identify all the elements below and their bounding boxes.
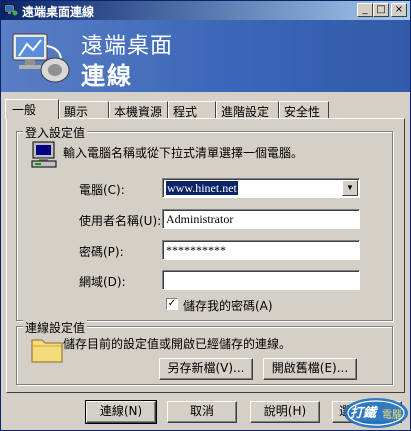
close-button[interactable]: × (391, 3, 407, 17)
save-as-button[interactable]: 另存新檔(V)... (159, 358, 253, 380)
help-button[interactable]: 說明(H) (250, 401, 320, 423)
watermark-text-2: 電腦 (382, 410, 402, 421)
computer-value: www.hinet.net (166, 181, 238, 195)
watermark-logo: 打鐵 電腦 (340, 393, 410, 430)
tab-display[interactable]: 顯示 (59, 101, 109, 119)
tab-security[interactable]: 安全性 (279, 101, 329, 119)
cancel-button[interactable]: 取消 (167, 401, 237, 423)
banner: 遠端桌面 連線 (1, 20, 410, 92)
folder-icon (31, 339, 63, 363)
remote-desktop-logo-icon (12, 33, 70, 83)
maximize-button[interactable]: □ (373, 3, 389, 17)
password-label: 密碼(P): (79, 245, 124, 259)
minimize-icon: _ (362, 4, 368, 15)
domain-input[interactable] (162, 270, 360, 290)
computer-icon (31, 141, 57, 168)
tab-local-resources[interactable]: 本機資源 (109, 101, 168, 119)
banner-title-line2: 連線 (81, 62, 133, 90)
open-button[interactable]: 開啟舊檔(E)... (263, 358, 357, 380)
minimize-button[interactable]: _ (357, 3, 373, 17)
username-label: 使用者名稱(U): (79, 214, 162, 228)
save-password-label[interactable]: 儲存我的密碼(A) (183, 297, 273, 314)
remote-desktop-icon (4, 4, 18, 16)
close-icon: × (394, 4, 404, 15)
computer-label: 電腦(C): (79, 183, 125, 197)
login-description: 輸入電腦名稱或從下拉式清單選擇一個電腦。 (63, 146, 304, 160)
tab-advanced[interactable]: 進階設定 (216, 101, 279, 119)
domain-label: 網域(D): (79, 275, 126, 289)
username-input[interactable]: Administrator (162, 209, 360, 229)
maximize-icon: □ (376, 4, 386, 15)
title-bar: 遠端桌面連線 _ □ × (1, 1, 410, 20)
watermark-text-1: 打鐵 (350, 406, 377, 421)
window-title: 遠端桌面連線 (22, 5, 95, 19)
save-password-checkbox[interactable]: ✓ (166, 298, 178, 310)
login-settings-title: 登入設定值 (23, 124, 88, 141)
password-input[interactable]: ********** (162, 240, 360, 260)
connection-description: 儲存目前的設定值或開啟已經儲存的連線。 (63, 337, 292, 351)
connection-settings-group: 連線設定值 儲存目前的設定值或開啟已經儲存的連線。 另存新檔(V)... 開啟舊… (16, 319, 393, 385)
login-settings-group: 登入設定值 輸入電腦名稱或從下拉式清單選擇一個電腦。 電腦(C): www.hi… (16, 124, 393, 321)
tab-general[interactable]: 一般 (5, 99, 59, 119)
connect-button[interactable]: 連線(N) (85, 400, 157, 424)
tab-programs[interactable]: 程式 (168, 101, 216, 119)
general-tab-panel: 登入設定值 輸入電腦名稱或從下拉式清單選擇一個電腦。 電腦(C): www.hi… (6, 118, 405, 393)
chevron-down-icon[interactable]: ▼ (342, 180, 358, 196)
remote-desktop-window: 遠端桌面連線 _ □ × 遠端桌面 連線 一般 顯示 本機資源 程式 進階設定 … (0, 0, 411, 431)
computer-combobox[interactable]: www.hinet.net ▼ (162, 178, 360, 198)
